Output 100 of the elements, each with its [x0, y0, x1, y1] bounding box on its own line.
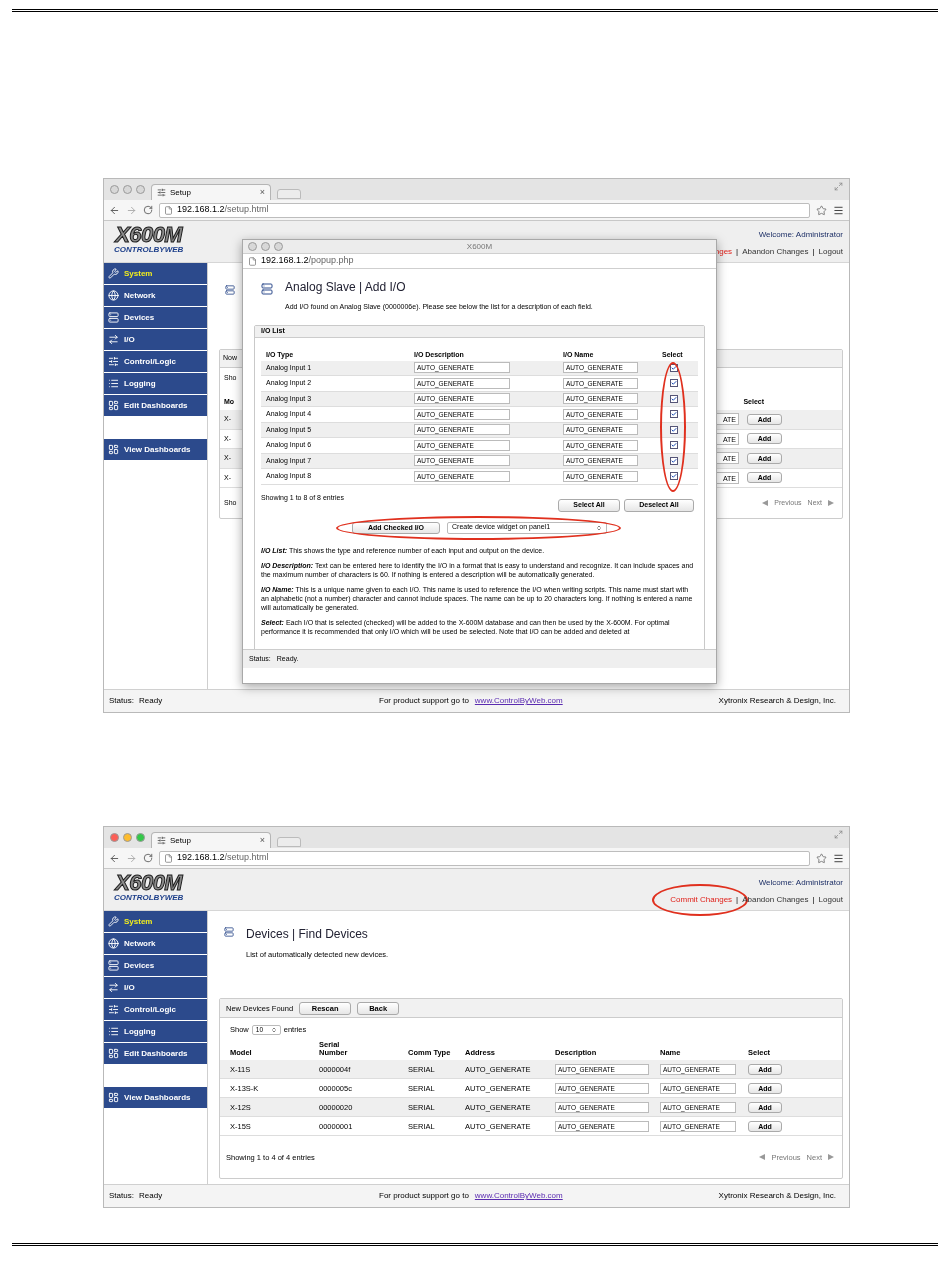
- fullscreen-icon[interactable]: [834, 182, 843, 191]
- sidebar-item[interactable]: Edit Dashboards: [104, 395, 207, 417]
- select-checkbox[interactable]: [670, 456, 678, 465]
- window-control-button[interactable]: [123, 833, 132, 842]
- tab-close-button[interactable]: ×: [259, 185, 265, 200]
- sidebar-item[interactable]: View Dashboards: [104, 439, 207, 461]
- star-icon[interactable]: [816, 204, 827, 216]
- next-arrow-icon[interactable]: [828, 1154, 834, 1161]
- status-label: Status:: [109, 695, 135, 707]
- device-icon: [261, 280, 273, 298]
- sidebar-item[interactable]: Logging: [104, 373, 207, 395]
- select-checkbox[interactable]: [670, 394, 678, 403]
- dashboard-icon: [108, 444, 119, 455]
- next-arrow-icon[interactable]: [828, 500, 834, 506]
- updown-icon: [270, 1026, 277, 1033]
- dashboard-icon: [108, 1048, 119, 1059]
- link-separator: |: [812, 246, 815, 258]
- support-link[interactable]: www.ControlByWeb.com: [474, 1190, 563, 1202]
- sidebar-item[interactable]: Devices: [104, 307, 207, 329]
- sidebar-item[interactable]: Control/Logic: [104, 999, 207, 1021]
- new-tab-button[interactable]: [277, 837, 301, 847]
- sliders-icon: [108, 356, 119, 367]
- previous-arrow-icon[interactable]: [762, 500, 769, 506]
- header-link[interactable]: Abandon Changes: [742, 247, 809, 256]
- tab-close-button[interactable]: ×: [259, 833, 265, 848]
- company-text: Xytronix Research & Design, Inc.: [718, 1190, 836, 1202]
- window-control-button[interactable]: [123, 185, 132, 194]
- window-control-button[interactable]: [136, 833, 145, 842]
- page-heading: Analog Slave | Add I/O: [285, 279, 407, 296]
- previous-arrow-icon[interactable]: [759, 1154, 766, 1161]
- status-text: Ready: [139, 1190, 164, 1202]
- device-icon: [108, 960, 119, 971]
- address-field[interactable]: 192.168.1.2/popup.php: [243, 253, 716, 269]
- menu-icon[interactable]: [833, 852, 844, 864]
- sidebar-item[interactable]: Network: [104, 933, 207, 955]
- forward-icon[interactable]: [126, 852, 137, 864]
- sidebar-item[interactable]: I/O: [104, 977, 207, 999]
- fullscreen-icon[interactable]: [834, 830, 843, 839]
- reload-icon[interactable]: [143, 205, 153, 215]
- welcome-text: Welcome: Administrator: [758, 877, 843, 889]
- window-title: X600M: [466, 240, 493, 253]
- sliders-icon: [157, 188, 166, 197]
- select-checkbox[interactable]: [670, 425, 678, 434]
- menu-icon[interactable]: [833, 204, 844, 216]
- select-checkbox[interactable]: [670, 379, 678, 388]
- logo: X600M CONTROLBYWEB: [113, 221, 184, 256]
- back-icon[interactable]: [109, 852, 120, 864]
- arrows-icon: [108, 334, 119, 345]
- support-link[interactable]: www.ControlByWeb.com: [474, 695, 563, 707]
- browser-tab[interactable]: Setup ×: [151, 184, 271, 200]
- back-icon[interactable]: [109, 204, 120, 216]
- address-field[interactable]: 192.168.1.2/setup.html: [159, 202, 810, 218]
- select-checkbox[interactable]: [670, 363, 678, 372]
- header-link[interactable]: Logout: [818, 247, 843, 256]
- page-heading: Devices | Find Devices: [246, 926, 369, 943]
- sliders-icon: [157, 836, 166, 845]
- sidebar-item[interactable]: Control/Logic: [104, 351, 207, 373]
- sidebar-item[interactable]: View Dashboards: [104, 1087, 207, 1109]
- link-separator: |: [812, 894, 815, 906]
- sidebar-item[interactable]: Devices: [104, 955, 207, 977]
- status-label: Status:: [109, 1190, 135, 1202]
- status-text: Ready: [139, 695, 164, 707]
- browser-tab[interactable]: Setup ×: [151, 832, 271, 848]
- page-icon: [164, 853, 173, 863]
- dashboard-icon: [108, 400, 119, 411]
- wrench-icon: [108, 268, 119, 279]
- link-separator: |: [736, 246, 739, 258]
- page-icon: [164, 205, 173, 215]
- wrench-icon: [108, 916, 119, 927]
- list-icon: [108, 1026, 119, 1037]
- forward-icon[interactable]: [126, 204, 137, 216]
- select-checkbox[interactable]: [670, 441, 678, 450]
- star-icon[interactable]: [816, 852, 827, 864]
- arrows-icon: [108, 982, 119, 993]
- header-link[interactable]: Commit Changes: [670, 895, 733, 904]
- select-checkbox[interactable]: [670, 410, 678, 419]
- support-text: For product support go to: [379, 695, 469, 707]
- sidebar-item[interactable]: System: [104, 911, 207, 933]
- list-icon: [108, 378, 119, 389]
- sidebar-item[interactable]: I/O: [104, 329, 207, 351]
- window-control-button[interactable]: [110, 185, 119, 194]
- sidebar-item[interactable]: Edit Dashboards: [104, 1043, 207, 1065]
- logo: X600M CONTROLBYWEB: [113, 869, 184, 904]
- header-link[interactable]: Logout: [818, 895, 843, 904]
- globe-icon: [108, 938, 119, 949]
- updown-icon: [596, 524, 602, 531]
- window-control-button[interactable]: [136, 185, 145, 194]
- welcome-text: Welcome: Administrator: [758, 229, 843, 241]
- select-checkbox[interactable]: [670, 472, 678, 481]
- address-field[interactable]: 192.168.1.2/setup.html: [159, 850, 810, 866]
- sidebar-item[interactable]: Logging: [104, 1021, 207, 1043]
- support-text: For product support go to: [379, 1190, 469, 1202]
- reload-icon[interactable]: [143, 853, 153, 863]
- sidebar-item[interactable]: System: [104, 263, 207, 285]
- window-control-button[interactable]: [110, 833, 119, 842]
- dashboard-icon: [108, 1092, 119, 1103]
- page-icon: [248, 256, 257, 266]
- new-tab-button[interactable]: [277, 189, 301, 199]
- sidebar-item[interactable]: Network: [104, 285, 207, 307]
- globe-icon: [108, 290, 119, 301]
